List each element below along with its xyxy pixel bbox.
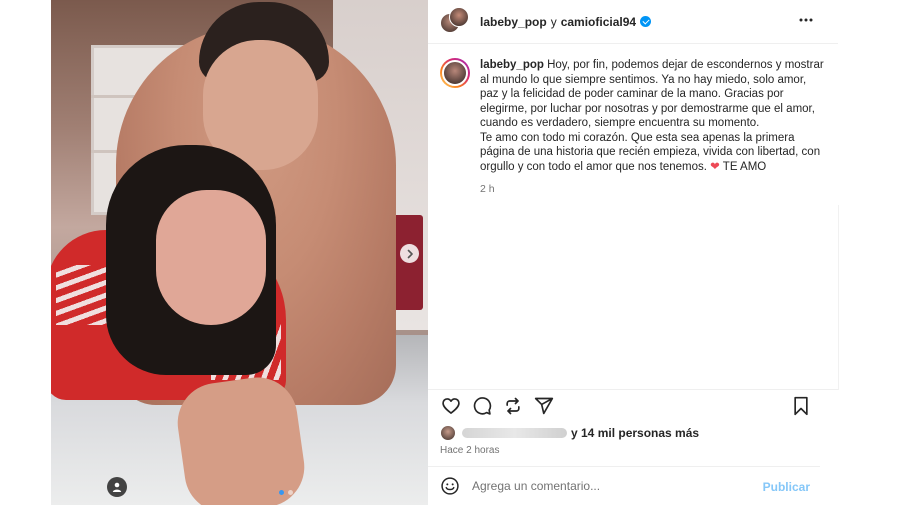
avatar (440, 425, 456, 441)
collab-avatars[interactable] (440, 6, 470, 37)
caption-timestamp: 2 h (480, 183, 495, 195)
photo-arm (172, 372, 310, 505)
action-bar (428, 389, 838, 423)
comment-bar: Publicar (428, 466, 820, 505)
heart-icon (442, 398, 460, 414)
caption-section: labeby_pop Hoy, por fin, podemos dejar d… (428, 44, 838, 389)
author-conjunction: y (550, 14, 557, 29)
likes-summary[interactable]: y 14 mil personas más (440, 425, 699, 441)
emoji-icon[interactable] (440, 476, 460, 496)
photo-face-front (156, 190, 266, 325)
heart-emoji-icon: ❤ (710, 160, 720, 173)
more-options-button[interactable] (796, 12, 816, 32)
user-icon (112, 482, 122, 492)
carousel-dot (288, 490, 293, 495)
comment-button[interactable] (471, 395, 493, 417)
caption-username[interactable]: labeby_pop (480, 59, 544, 71)
comment-input[interactable] (472, 479, 742, 493)
post-media[interactable] (51, 0, 428, 505)
caption-paragraph: labeby_pop Hoy, por fin, podemos dejar d… (480, 58, 825, 131)
bookmark-icon (794, 396, 808, 416)
repost-button[interactable] (502, 395, 524, 417)
caption-body: labeby_pop Hoy, por fin, podemos dejar d… (480, 58, 825, 375)
caption-text: Te amo con todo mi corazón. Que esta sea… (480, 131, 821, 173)
author-username[interactable]: camioficial94 (561, 15, 636, 29)
avatar (442, 60, 468, 86)
carousel-dot-active (279, 490, 284, 495)
post-comment-button[interactable]: Publicar (763, 480, 810, 494)
caption-ending: TE AMO (722, 160, 767, 173)
like-button[interactable] (440, 395, 462, 417)
verified-badge-icon (640, 16, 652, 27)
share-icon (534, 397, 554, 415)
more-horizontal-icon (799, 18, 813, 22)
post-authors: labeby_pop y camioficial94 (480, 14, 652, 29)
chevron-right-icon (407, 249, 413, 258)
carousel-indicator (279, 490, 293, 495)
likes-count[interactable]: y 14 mil personas más (571, 426, 699, 440)
author-username[interactable]: labeby_pop (480, 15, 547, 29)
post-header: labeby_pop y camioficial94 (428, 0, 838, 44)
repost-icon (506, 397, 520, 415)
post-panel: labeby_pop y camioficial94 labeby_pop Ho… (428, 0, 838, 505)
tagged-users-button[interactable] (107, 477, 127, 497)
avatar (449, 6, 469, 27)
next-slide-button[interactable] (400, 244, 419, 263)
caption-avatar[interactable] (440, 58, 470, 88)
panel-divider (838, 205, 839, 390)
comment-icon (473, 397, 492, 415)
blurred-username (462, 428, 567, 438)
post-timestamp: Hace 2 horas (440, 445, 500, 456)
caption-paragraph: Te amo con todo mi corazón. Que esta sea… (480, 131, 825, 175)
save-button[interactable] (790, 395, 812, 417)
share-button[interactable] (533, 395, 555, 417)
